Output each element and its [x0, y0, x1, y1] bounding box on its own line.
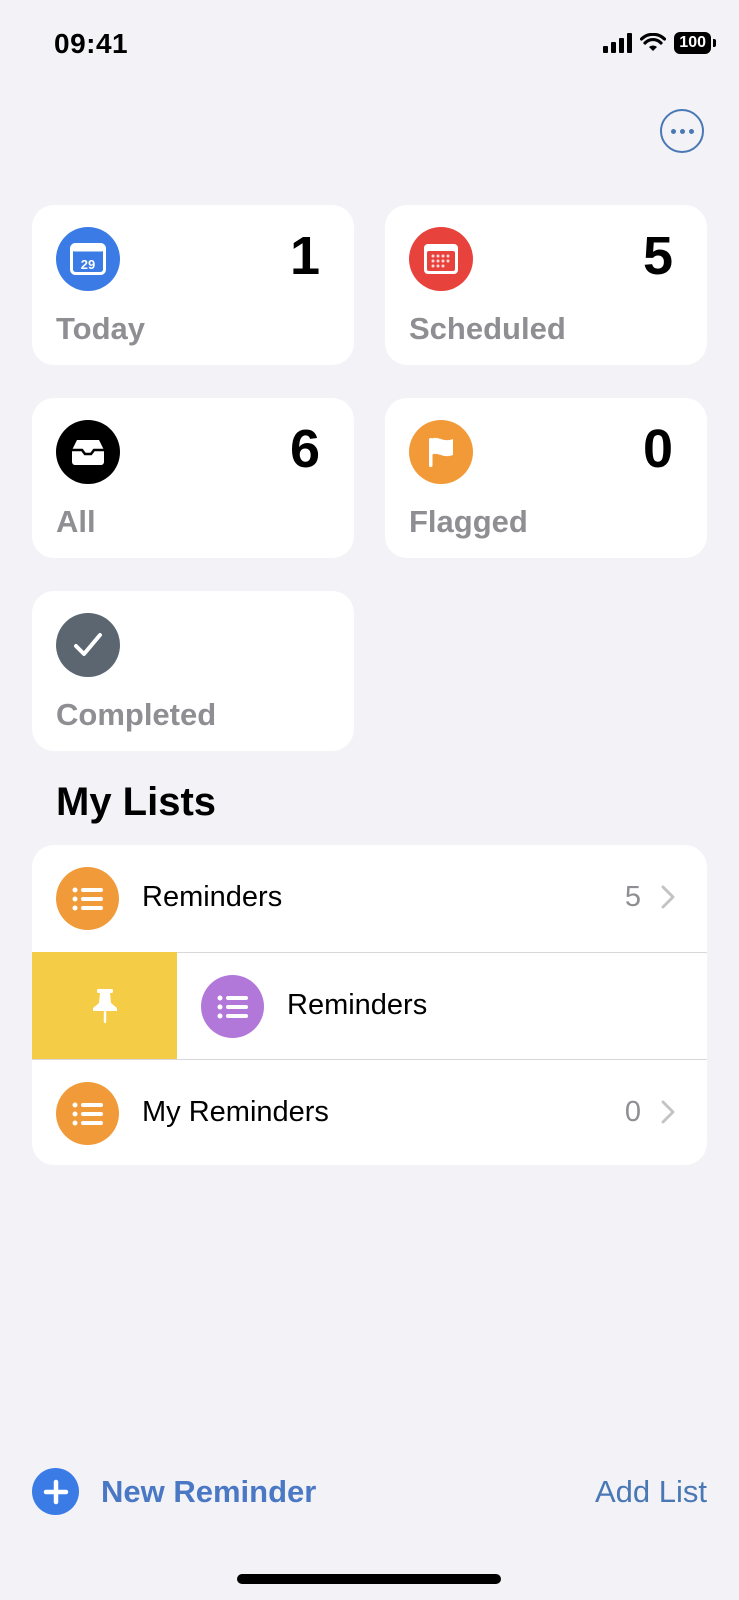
smart-list-scheduled[interactable]: 5 Scheduled	[385, 205, 707, 365]
new-reminder-button[interactable]: New Reminder	[32, 1468, 316, 1515]
add-list-button[interactable]: Add List	[595, 1474, 707, 1510]
plus-circle-icon	[32, 1468, 79, 1515]
dot	[679, 128, 685, 134]
more-options-button[interactable]	[660, 109, 704, 153]
today-count: 1	[289, 226, 320, 286]
dot	[688, 128, 694, 134]
flag-icon	[409, 420, 473, 484]
pin-action-button[interactable]	[32, 952, 177, 1059]
list-count: 0	[624, 1096, 641, 1128]
list-name: Reminders	[142, 881, 283, 913]
calendar-today-icon: 29	[56, 227, 120, 291]
scheduled-count: 5	[642, 226, 673, 286]
list-bullet-icon	[56, 867, 119, 930]
smart-list-today[interactable]: 29 1 Today	[32, 205, 354, 365]
wifi-icon	[640, 33, 667, 51]
status-icons: 100	[603, 32, 716, 54]
all-count: 6	[289, 419, 320, 479]
flagged-count: 0	[642, 419, 673, 479]
list-item[interactable]: Reminders 5	[32, 845, 707, 952]
today-label: Today	[56, 311, 145, 346]
scheduled-label: Scheduled	[409, 311, 566, 346]
smart-list-flagged[interactable]: 0 Flagged	[385, 398, 707, 558]
checkmark-icon	[56, 613, 120, 677]
home-indicator[interactable]	[237, 1574, 501, 1584]
list-item[interactable]: My Reminders 0	[32, 1060, 707, 1165]
list-name: Reminders	[287, 989, 428, 1021]
all-label: All	[56, 504, 96, 539]
chevron-right-icon	[661, 1100, 675, 1124]
status-time: 09:41	[54, 28, 129, 59]
list-name: My Reminders	[142, 1096, 329, 1128]
list-bullet-icon	[201, 975, 264, 1038]
chevron-right-icon	[661, 885, 675, 909]
status-bar: 09:41 100	[0, 0, 739, 90]
smart-list-completed[interactable]: Completed	[32, 591, 354, 751]
tray-icon	[56, 420, 120, 484]
my-lists-group: Reminders 5 Reminders My Reminders 0	[32, 845, 707, 1165]
smart-list-all[interactable]: 6 All	[32, 398, 354, 558]
my-lists-title: My Lists	[56, 780, 217, 824]
list-count: 5	[624, 881, 641, 913]
completed-label: Completed	[56, 697, 217, 732]
battery-icon: 100	[674, 32, 716, 54]
list-item-swiped[interactable]: Reminders	[177, 953, 707, 1060]
new-reminder-label: New Reminder	[101, 1473, 317, 1509]
bottom-toolbar: New Reminder Add List	[0, 1460, 739, 1520]
calendar-date: 29	[81, 257, 95, 272]
cellular-signal-icon	[603, 33, 633, 53]
flagged-label: Flagged	[409, 504, 528, 539]
calendar-grid-icon	[409, 227, 473, 291]
pin-icon	[92, 988, 117, 1023]
dot	[670, 128, 676, 134]
list-bullet-icon	[56, 1082, 119, 1145]
